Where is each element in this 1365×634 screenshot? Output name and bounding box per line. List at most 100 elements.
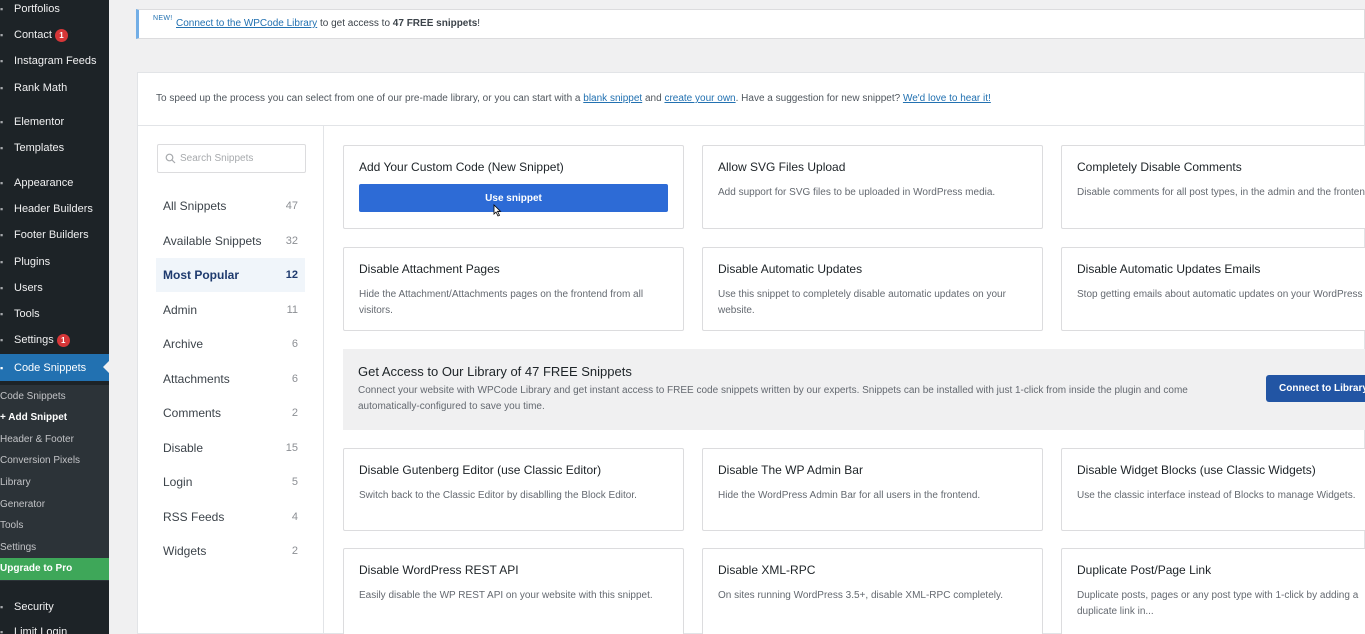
- connect-library-link[interactable]: Connect to the WPCode Library: [176, 18, 317, 29]
- create-your-own-link[interactable]: create your own: [664, 93, 735, 104]
- menu-item-users[interactable]: ▪ Users: [0, 276, 109, 300]
- search-icon: [165, 153, 176, 164]
- category-attachments[interactable]: Attachments 6: [156, 362, 305, 396]
- mail-icon: ▪: [0, 30, 4, 40]
- snippet-card-disable-rest-api[interactable]: Disable WordPress REST API Easily disabl…: [343, 548, 684, 634]
- library-description: Connect your website with WPCode Library…: [358, 385, 1188, 412]
- snippet-description: Stop getting emails about automatic upda…: [1077, 289, 1365, 300]
- snippet-title: Allow SVG Files Upload: [718, 160, 846, 174]
- category-admin[interactable]: Admin 11: [156, 293, 305, 327]
- category-widgets[interactable]: Widgets 2: [156, 534, 305, 568]
- snippet-card-disable-automatic-updates[interactable]: Disable Automatic Updates Use this snipp…: [702, 247, 1043, 331]
- lock-icon: ▪: [0, 627, 4, 634]
- active-menu-arrow: [103, 361, 109, 373]
- menu-item-rank-math[interactable]: ▪ Rank Math: [0, 76, 109, 100]
- snippet-card-disable-comments[interactable]: Completely Disable Comments Disable comm…: [1061, 145, 1365, 229]
- chart-icon: ▪: [0, 83, 4, 93]
- search-input[interactable]: [180, 153, 300, 164]
- submenu-upgrade-to-pro[interactable]: Upgrade to Pro: [0, 558, 109, 580]
- snippet-card-custom-code[interactable]: Add Your Custom Code (New Snippet) Use s…: [343, 145, 684, 229]
- submenu-settings[interactable]: Settings: [0, 539, 36, 557]
- snippet-description: Hide the WordPress Admin Bar for all use…: [718, 490, 981, 501]
- snippet-card-disable-widget-blocks[interactable]: Disable Widget Blocks (use Classic Widge…: [1061, 448, 1365, 531]
- menu-item-instagram-feeds[interactable]: ▪ Instagram Feeds: [0, 49, 109, 73]
- snippet-description: Disable comments for all post types, in …: [1077, 187, 1365, 198]
- submenu-conversion-pixels[interactable]: Conversion Pixels: [0, 452, 80, 470]
- category-comments[interactable]: Comments 2: [156, 396, 305, 430]
- snippet-title: Add Your Custom Code (New Snippet): [359, 160, 564, 174]
- menu-item-settings[interactable]: ▪ Settings 1: [0, 328, 109, 352]
- menu-item-portfolios[interactable]: ▪ Portfolios: [0, 0, 109, 21]
- snippet-card-disable-gutenberg[interactable]: Disable Gutenberg Editor (use Classic Ed…: [343, 448, 684, 531]
- notification-badge: 1: [54, 28, 68, 42]
- category-most-popular[interactable]: Most Popular 12: [156, 258, 305, 292]
- snippet-description: Add support for SVG files to be uploaded…: [718, 187, 996, 198]
- snippet-description: Duplicate posts, pages or any post type …: [1077, 590, 1359, 617]
- snippet-card-disable-update-emails[interactable]: Disable Automatic Updates Emails Stop ge…: [1061, 247, 1365, 331]
- menu-item-templates[interactable]: ▪ Templates: [0, 136, 109, 160]
- menu-item-plugins[interactable]: ▪ Plugins: [0, 250, 109, 274]
- category-login[interactable]: Login 5: [156, 465, 305, 499]
- snippet-card-disable-admin-bar[interactable]: Disable The WP Admin Bar Hide the WordPr…: [702, 448, 1043, 531]
- snippet-description: Switch back to the Classic Editor by dis…: [359, 490, 637, 501]
- submenu-add-snippet[interactable]: + Add Snippet: [0, 409, 67, 427]
- snippet-title: Disable WordPress REST API: [359, 563, 519, 577]
- snippet-title: Disable The WP Admin Bar: [718, 463, 863, 477]
- snippet-description: On sites running WordPress 3.5+, disable…: [718, 590, 1004, 601]
- layout-icon: ▪: [0, 230, 4, 240]
- category-rss-feeds[interactable]: RSS Feeds 4: [156, 500, 305, 534]
- snippet-description: Hide the Attachment/Attachments pages on…: [359, 289, 644, 316]
- snippet-title: Disable XML-RPC: [718, 563, 816, 577]
- admin-sidebar: ▪ Portfolios ▪ Contact 1 ▪ Instagram Feeds ▪…: [0, 0, 109, 634]
- menu-item-appearance[interactable]: ▪ Appearance: [0, 171, 109, 195]
- layout-icon: ▪: [0, 204, 4, 214]
- snippet-description: Easily disable the WP REST API on your w…: [359, 590, 653, 601]
- snippet-title: Disable Gutenberg Editor (use Classic Ed…: [359, 463, 602, 477]
- snippet-card-disable-attachment-pages[interactable]: Disable Attachment Pages Hide the Attach…: [343, 247, 684, 331]
- library-notice: NEW! Connect to the WPCode Library to ge…: [136, 9, 1365, 39]
- divider: [323, 126, 324, 634]
- category-available-snippets[interactable]: Available Snippets 32: [156, 224, 305, 258]
- new-badge: NEW!: [153, 15, 173, 22]
- menu-item-limit-login[interactable]: ▪ Limit Login: [0, 620, 109, 634]
- shield-icon: ▪: [0, 602, 4, 612]
- menu-item-elementor[interactable]: ▪ Elementor: [0, 110, 109, 134]
- menu-item-header-builders[interactable]: ▪ Header Builders: [0, 197, 109, 221]
- menu-item-contact[interactable]: ▪ Contact 1: [0, 23, 109, 47]
- user-icon: ▪: [0, 283, 4, 293]
- intro-text: To speed up the process you can select f…: [156, 93, 991, 104]
- submenu-header-footer[interactable]: Header & Footer: [0, 431, 74, 449]
- category-archive[interactable]: Archive 6: [156, 327, 305, 361]
- snippet-library-panel: To speed up the process you can select f…: [137, 72, 1365, 634]
- elementor-icon: ▪: [0, 117, 4, 127]
- category-disable[interactable]: Disable 15: [156, 431, 305, 465]
- pointer-cursor-icon: [493, 204, 502, 217]
- snippet-title: Disable Widget Blocks (use Classic Widge…: [1077, 463, 1316, 477]
- wrench-icon: ▪: [0, 309, 4, 319]
- brush-icon: ▪: [0, 178, 4, 188]
- code-snippets-submenu: Code Snippets + Add Snippet Header & Foo…: [0, 385, 109, 581]
- submenu-generator[interactable]: Generator: [0, 496, 45, 514]
- blank-snippet-link[interactable]: blank snippet: [583, 93, 642, 104]
- portfolio-icon: ▪: [0, 4, 4, 14]
- category-all-snippets[interactable]: All Snippets 47: [156, 189, 305, 223]
- code-icon: ▪: [0, 362, 4, 373]
- snippet-card-disable-xml-rpc[interactable]: Disable XML-RPC On sites running WordPre…: [702, 548, 1043, 634]
- settings-icon: ▪: [0, 335, 4, 345]
- snippet-title: Duplicate Post/Page Link: [1077, 563, 1212, 577]
- suggestion-link[interactable]: We'd love to hear it!: [903, 93, 991, 104]
- submenu-tools[interactable]: Tools: [0, 517, 23, 535]
- menu-item-tools[interactable]: ▪ Tools: [0, 302, 109, 326]
- menu-item-code-snippets[interactable]: ▪ Code Snippets: [0, 354, 109, 381]
- use-snippet-button[interactable]: Use snippet: [359, 184, 668, 217]
- plugin-icon: ▪: [0, 257, 4, 267]
- submenu-code-snippets[interactable]: Code Snippets: [0, 388, 66, 406]
- snippet-card-svg-upload[interactable]: Allow SVG Files Upload Add support for S…: [702, 145, 1043, 229]
- submenu-library[interactable]: Library: [0, 474, 31, 492]
- menu-item-footer-builders[interactable]: ▪ Footer Builders: [0, 223, 109, 247]
- search-field[interactable]: [157, 144, 306, 173]
- snippet-title: Disable Automatic Updates Emails: [1077, 262, 1261, 276]
- connect-to-library-button[interactable]: Connect to Library: [1266, 375, 1365, 402]
- snippet-card-duplicate-post[interactable]: Duplicate Post/Page Link Duplicate posts…: [1061, 548, 1365, 634]
- menu-item-security[interactable]: ▪ Security: [0, 595, 109, 619]
